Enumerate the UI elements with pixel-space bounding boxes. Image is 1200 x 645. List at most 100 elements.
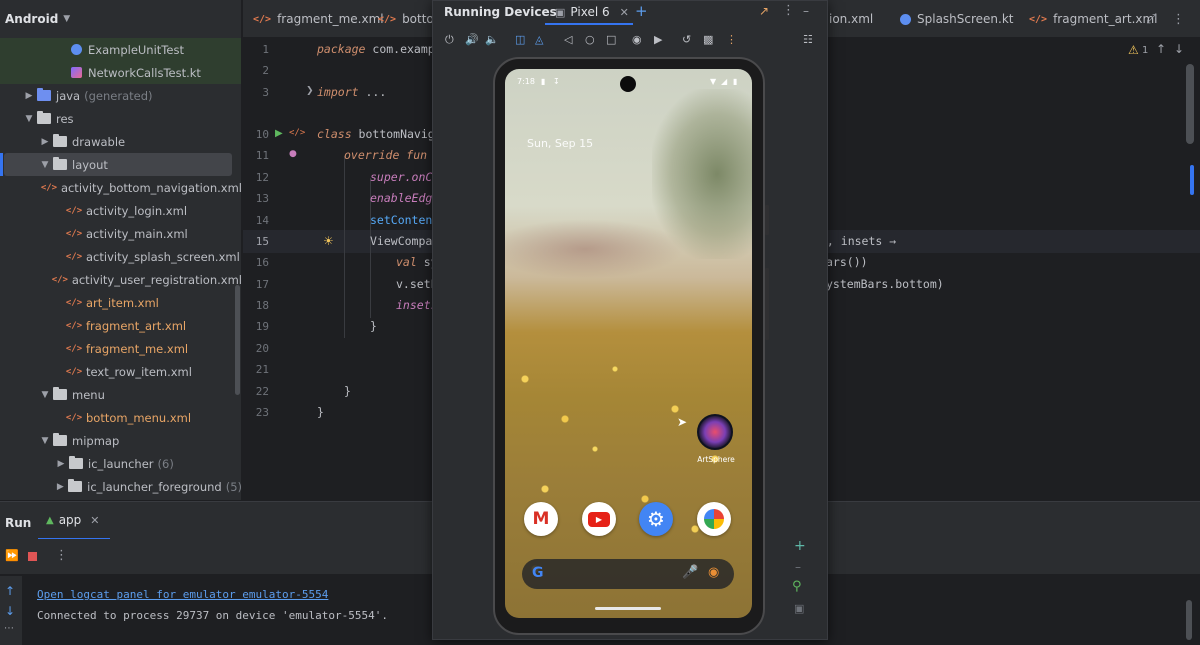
warning-icon[interactable]: ⚠ bbox=[1128, 43, 1139, 57]
tab-splash-screen[interactable]: SplashScreen.kt bbox=[900, 0, 1014, 38]
folder-icon bbox=[52, 157, 68, 171]
chevron-right-icon[interactable]: ▶ bbox=[38, 137, 52, 147]
artsphere-app-icon[interactable] bbox=[697, 414, 733, 450]
close-icon[interactable]: ✕ bbox=[620, 6, 629, 19]
reset-icon[interactable]: ↺ bbox=[682, 33, 691, 46]
folder-icon bbox=[52, 134, 68, 148]
project-view-selector[interactable]: Android ▼ bbox=[0, 0, 241, 38]
run-gutter-icon[interactable]: ▶ bbox=[275, 128, 283, 139]
arrow-up-icon[interactable]: ↑ bbox=[5, 584, 15, 598]
tree-item-activity-bottom-navigation[interactable]: </> activity_bottom_navigation.xml bbox=[0, 176, 241, 199]
lens-icon[interactable]: ◉ bbox=[708, 565, 719, 580]
tree-item-layout[interactable]: ▼ layout bbox=[0, 153, 232, 176]
microphone-icon[interactable]: 🎤 bbox=[682, 565, 698, 580]
console-scrollbar[interactable] bbox=[1186, 600, 1192, 640]
tree-item-example-unit-test[interactable]: ExampleUnitTest bbox=[0, 38, 241, 61]
tab-bottom[interactable]: </> botto bbox=[378, 0, 434, 38]
gesture-nav-handle[interactable] bbox=[595, 607, 661, 610]
tree-item-menu[interactable]: ▼ menu bbox=[0, 383, 241, 406]
fold-chevron-icon[interactable]: ❯ bbox=[306, 86, 314, 96]
tree-item-activity-splash-screen[interactable]: </> activity_splash_screen.xml bbox=[0, 245, 241, 268]
tree-item-fragment-me[interactable]: </> fragment_me.xml bbox=[0, 337, 241, 360]
signal-icon: ◢ bbox=[721, 77, 728, 86]
device-mirroring-icon[interactable]: ☷ bbox=[803, 33, 813, 46]
lightbulb-icon[interactable]: ☀ bbox=[323, 234, 334, 248]
settings-app-icon[interactable]: ⚙ bbox=[639, 502, 673, 536]
volume-down-icon[interactable]: 🔈 bbox=[485, 33, 499, 46]
close-icon[interactable]: ✕ bbox=[90, 514, 99, 527]
chevron-right-icon[interactable]: ▶ bbox=[22, 91, 36, 101]
google-search-bar[interactable]: G 🎤 ◉ bbox=[522, 559, 734, 589]
camera-icon[interactable]: ◉ bbox=[632, 33, 642, 46]
line-number: 13 bbox=[255, 192, 269, 205]
more-vertical-icon[interactable]: ⋮ bbox=[782, 3, 795, 18]
chevron-down-icon[interactable]: ▼ bbox=[38, 436, 52, 446]
gmail-app-icon[interactable]: M bbox=[524, 502, 558, 536]
tree-item-ic-launcher[interactable]: ▶ ic_launcher (6) bbox=[0, 452, 241, 475]
tab-fragment-me[interactable]: </> fragment_me.xml bbox=[253, 0, 384, 38]
override-gutter-icon[interactable]: ● bbox=[289, 149, 297, 159]
chevron-right-icon[interactable]: ▶ bbox=[54, 459, 68, 469]
tree-item-drawable[interactable]: ▶ drawable bbox=[0, 130, 241, 153]
add-device-icon[interactable]: + bbox=[635, 2, 648, 20]
line-number: 15 bbox=[255, 235, 269, 248]
tab-run-config-app[interactable]: ▲ app ✕ bbox=[38, 502, 110, 540]
more-vertical-icon[interactable]: ⋮ bbox=[726, 33, 737, 46]
more-vertical-icon[interactable]: ⋮ bbox=[55, 548, 68, 563]
chevron-down-icon[interactable]: ▼ bbox=[38, 390, 52, 400]
project-panel: Android ▼ ExampleUnitTest NetworkCallsTe… bbox=[0, 0, 242, 500]
home-icon[interactable]: ○ bbox=[585, 33, 595, 46]
more-vertical-icon[interactable]: ⋮ bbox=[1172, 12, 1185, 27]
tab-device-pixel-6[interactable]: ▣ Pixel 6 ✕ bbox=[545, 1, 633, 25]
tab-ion-xml[interactable]: ion.xml bbox=[829, 0, 873, 38]
line-number: 14 bbox=[255, 214, 269, 227]
project-scrollbar[interactable] bbox=[235, 285, 240, 395]
actual-size-icon[interactable]: ▣ bbox=[794, 602, 804, 615]
tree-item-java-generated[interactable]: ▶ java (generated) bbox=[0, 84, 241, 107]
logcat-link[interactable]: Open logcat panel for emulator emulator-… bbox=[37, 588, 328, 601]
tab-fragment-art[interactable]: </> fragment_art.xml bbox=[1029, 0, 1158, 38]
tree-item-mipmap[interactable]: ▼ mipmap bbox=[0, 429, 241, 452]
folder-icon bbox=[67, 479, 83, 493]
zoom-in-icon[interactable]: + bbox=[794, 538, 806, 554]
chevron-down-icon[interactable]: ▼ bbox=[38, 160, 52, 170]
rerun-icon[interactable]: ⏩ bbox=[5, 549, 19, 562]
tree-item-fragment-art[interactable]: </> fragment_art.xml bbox=[0, 314, 241, 337]
front-camera bbox=[620, 76, 636, 92]
overview-icon[interactable]: □ bbox=[606, 33, 616, 46]
external-window-icon[interactable]: ↗ bbox=[759, 4, 769, 18]
chevron-down-icon[interactable]: ▼ bbox=[22, 114, 36, 124]
tree-item-activity-user-registration[interactable]: </> activity_user_registration.xml bbox=[0, 268, 241, 291]
tree-item-activity-main[interactable]: </> activity_main.xml bbox=[0, 222, 241, 245]
arrow-up-icon[interactable]: ↑ bbox=[1156, 42, 1166, 56]
rotate-left-icon[interactable]: ◫ bbox=[515, 33, 525, 46]
arrow-down-icon[interactable]: ↓ bbox=[5, 604, 15, 618]
tree-item-network-calls-test[interactable]: NetworkCallsTest.kt bbox=[0, 61, 241, 84]
arrow-down-icon[interactable]: ↓ bbox=[1174, 42, 1184, 56]
layout-gutter-icon[interactable]: </> bbox=[289, 128, 305, 138]
tree-item-ic-launcher-foreground[interactable]: ▶ ic_launcher_foreground (5) bbox=[0, 475, 241, 498]
tree-item-bottom-menu[interactable]: </> bottom_menu.xml bbox=[0, 406, 241, 429]
expand-icon[interactable]: ⤢ bbox=[1146, 12, 1156, 27]
minimize-icon[interactable]: – bbox=[803, 4, 809, 18]
rotate-right-icon[interactable]: ◬ bbox=[535, 33, 543, 46]
tree-item-res[interactable]: ▼ res bbox=[0, 107, 241, 130]
chevron-right-icon[interactable]: ▶ bbox=[53, 482, 67, 492]
tree-item-art-item[interactable]: </> art_item.xml bbox=[0, 291, 241, 314]
volume-up-icon[interactable]: 🔊 bbox=[465, 33, 479, 46]
back-icon[interactable]: ◁ bbox=[564, 33, 572, 46]
stop-icon[interactable] bbox=[28, 552, 37, 561]
snapshot-icon[interactable]: ▩ bbox=[703, 33, 713, 46]
tree-item-label: NetworkCallsTest.kt bbox=[88, 65, 201, 80]
tree-item-text-row-item[interactable]: </> text_row_item.xml bbox=[0, 360, 241, 383]
more-horizontal-icon[interactable]: ⋯ bbox=[4, 623, 14, 634]
emulator-screen[interactable]: 7:18 ▮ ↧ ▼ ◢ ▮ Sun, Sep 15 ArtSphere ➤ M… bbox=[505, 69, 752, 618]
zoom-fit-icon[interactable]: ⚲ bbox=[792, 579, 802, 594]
photos-app-icon[interactable] bbox=[697, 502, 731, 536]
power-icon[interactable]: ⏻ bbox=[445, 33, 454, 47]
screen-record-icon[interactable]: ▶ bbox=[654, 33, 662, 46]
youtube-app-icon[interactable]: ▶ bbox=[582, 502, 616, 536]
tree-item-activity-login[interactable]: </> activity_login.xml bbox=[0, 199, 241, 222]
zoom-out-icon[interactable]: – bbox=[795, 560, 801, 574]
editor-scrollbar[interactable] bbox=[1186, 64, 1194, 144]
